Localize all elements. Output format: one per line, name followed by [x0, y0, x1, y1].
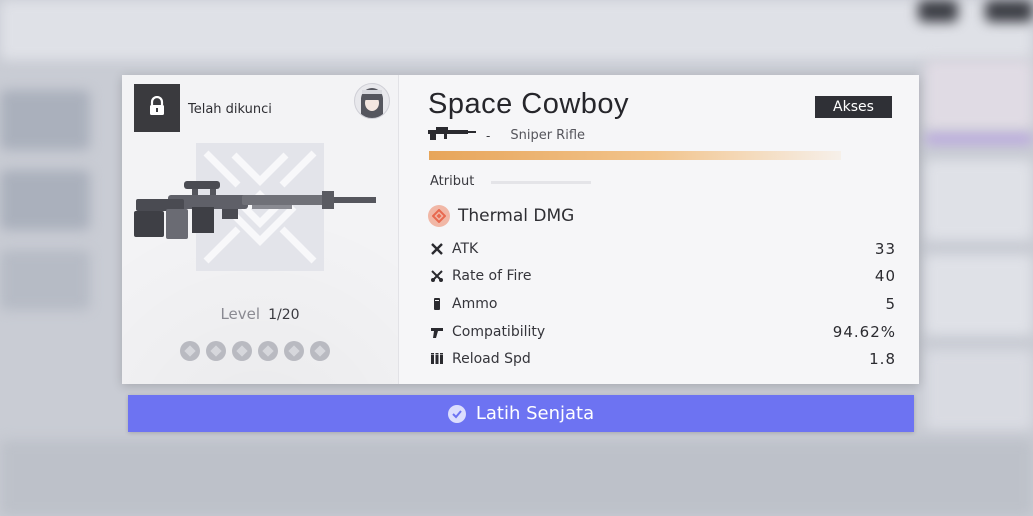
stat-value: 33 [874, 239, 896, 258]
stat-value: 40 [874, 267, 896, 286]
element-label: Thermal DMG [458, 206, 575, 226]
stat-row-atk: ATK 33 [428, 235, 896, 263]
weapon-name: Space Cowboy [428, 88, 630, 120]
access-button[interactable]: Akses [815, 96, 892, 118]
lock-icon [148, 95, 166, 120]
enhancement-star [284, 341, 304, 361]
stat-value: 94.62% [832, 322, 896, 341]
rarity-bar [429, 151, 841, 160]
weapon-info-panel: Space Cowboy Akses - Sniper Rifle Atribu… [399, 75, 919, 384]
stat-value: 5 [885, 294, 896, 313]
stat-row-compatibility: Compatibility 94.62% [428, 318, 896, 346]
atk-icon [428, 240, 446, 258]
attributes-heading: Atribut [430, 174, 475, 189]
train-weapon-label: Latih Senjata [475, 403, 595, 424]
stat-label: Rate of Fire [452, 268, 532, 285]
enhancement-star [258, 341, 278, 361]
weapon-preview-panel: Telah dikunci Level 1/20 [122, 75, 399, 384]
thermal-diamond-icon [428, 205, 450, 227]
enhancement-star [206, 341, 226, 361]
attributes-divider [491, 181, 591, 184]
stat-value: 1.8 [869, 350, 896, 369]
level-label: Level [220, 305, 261, 323]
stat-row-ammo: Ammo 5 [428, 290, 896, 318]
ammo-icon [428, 295, 446, 313]
reload-icon [428, 350, 446, 368]
enhancement-star [180, 341, 200, 361]
element-row: Thermal DMG [428, 205, 574, 227]
weapon-type-label: Sniper Rifle [510, 128, 586, 143]
train-weapon-button[interactable]: Latih Senjata [128, 395, 914, 432]
type-separator: - [486, 128, 491, 143]
stat-label: Compatibility [452, 323, 546, 340]
weapon-detail-card: Telah dikunci Level 1/20 Space Cowboy Ak… [122, 75, 919, 384]
stat-label: Reload Spd [452, 351, 531, 368]
stats-list: ATK 33 Rate of Fire 40 Ammo 5 Compatibil… [428, 235, 896, 373]
lock-button[interactable] [134, 84, 180, 132]
sniper-rifle-image [132, 179, 378, 255]
doll-avatar[interactable] [354, 83, 390, 119]
enhancement-star [232, 341, 252, 361]
weapon-type-row: - Sniper Rifle [428, 126, 585, 145]
enhancement-star [310, 341, 330, 361]
rate-of-fire-icon [428, 267, 446, 285]
level-value: 1/20 [268, 307, 300, 323]
sniper-rifle-icon [428, 126, 476, 145]
enhancement-stars [180, 341, 330, 361]
stat-label: Ammo [452, 295, 498, 312]
stat-row-rate-of-fire: Rate of Fire 40 [428, 263, 896, 291]
stat-label: ATK [452, 240, 479, 257]
compatibility-icon [428, 323, 446, 341]
weapon-level: Level 1/20 [122, 305, 398, 323]
check-circle-icon [447, 404, 466, 423]
stat-row-reload-spd: Reload Spd 1.8 [428, 345, 896, 373]
lock-status-label: Telah dikunci [188, 102, 272, 117]
